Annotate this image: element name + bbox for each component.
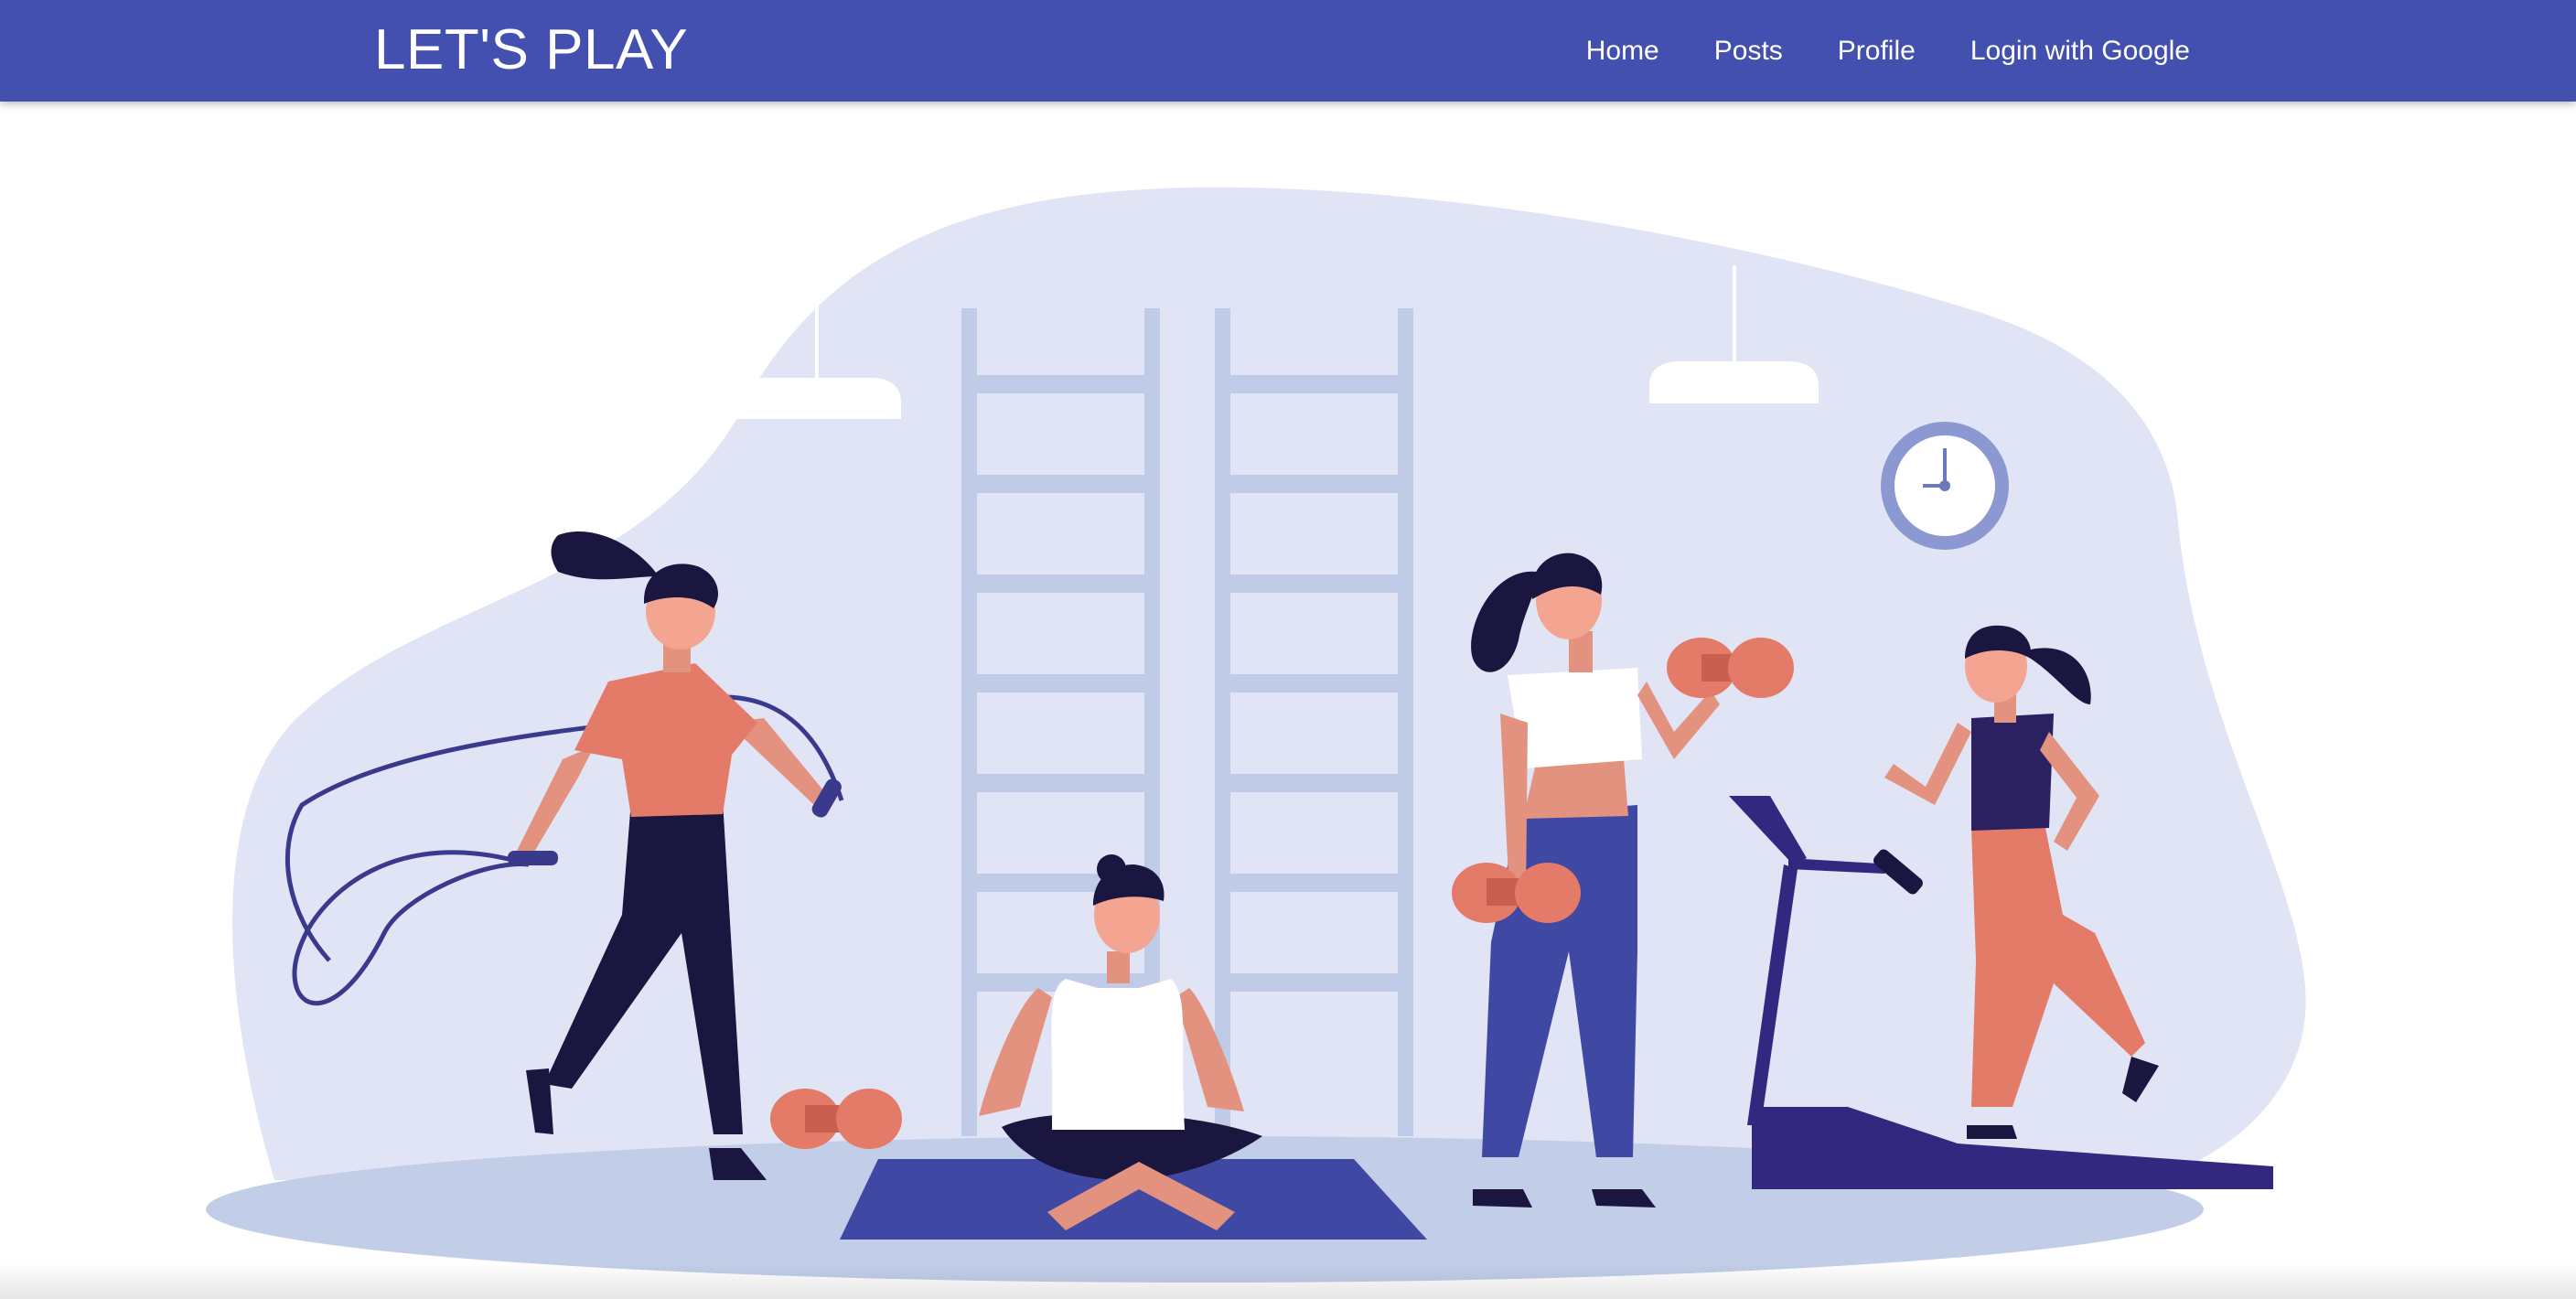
brand-logo[interactable]: LET'S PLAY xyxy=(374,13,688,88)
wall-clock-icon xyxy=(1881,422,2009,550)
bottom-shadow xyxy=(0,1262,2576,1299)
top-navbar: LET'S PLAY Home Posts Profile Login with… xyxy=(0,0,2576,102)
hero-illustration xyxy=(206,187,2306,1283)
hero-section xyxy=(0,102,2576,1299)
nav-link-posts[interactable]: Posts xyxy=(1714,37,1783,65)
nav-link-home[interactable]: Home xyxy=(1586,37,1659,65)
nav-link-profile[interactable]: Profile xyxy=(1838,37,1916,65)
nav-link-login-google[interactable]: Login with Google xyxy=(1970,37,2190,65)
nav-links: Home Posts Profile Login with Google xyxy=(1586,0,2190,102)
